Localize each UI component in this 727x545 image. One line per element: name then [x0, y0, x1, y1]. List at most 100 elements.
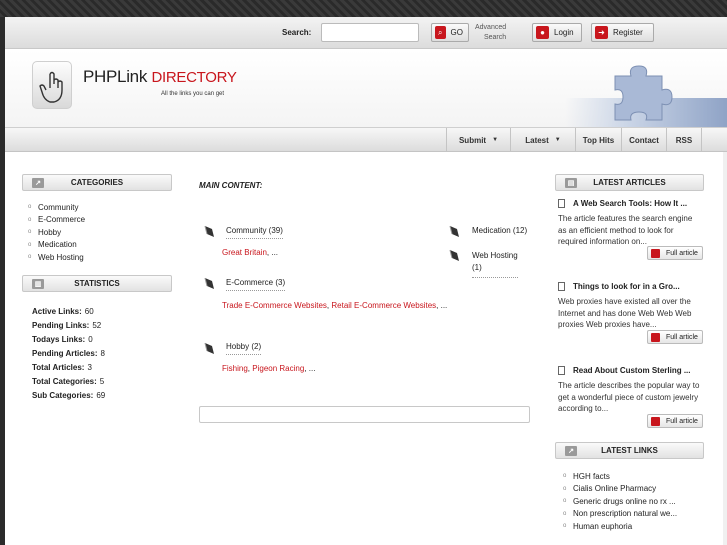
main-category-medication[interactable]: Medication (12)	[472, 226, 527, 238]
top-bar: Search: ⌕ GO Advanced Search ● Login ➜ R…	[5, 17, 727, 49]
nav-rss-label: RSS	[675, 135, 693, 145]
nav-top-hits-label: Top Hits	[582, 135, 615, 145]
puzzle-icon	[614, 65, 673, 121]
stat-label: Todays Links:	[32, 334, 86, 344]
full-article-button[interactable]: Full article	[647, 330, 703, 344]
folder-icon	[449, 249, 459, 261]
category-link[interactable]: Community	[38, 203, 78, 212]
latest-link[interactable]: Human euphoria	[573, 522, 632, 531]
search-label: Search:	[282, 28, 312, 37]
excerpt-line: Internet and has done Web Web Web	[558, 308, 692, 318]
full-article-button[interactable]: Full article	[647, 414, 703, 428]
main-category-web-hosting[interactable]: Web Hosting (1)	[472, 250, 518, 278]
register-button[interactable]: ➜ Register	[591, 23, 654, 42]
latest-link[interactable]: HGH facts	[573, 472, 610, 481]
subcategory-link[interactable]: Trade E-Commerce Websites	[222, 301, 327, 310]
list-item: o Hobby	[28, 227, 62, 237]
document-icon	[558, 282, 565, 291]
stat-value: 8	[100, 348, 105, 358]
subcategory-list: Trade E-Commerce Websites, Retail E-Comm…	[222, 300, 452, 312]
login-button[interactable]: ● Login	[532, 23, 582, 42]
excerpt-line: according to...	[558, 404, 609, 413]
nav-submit-label: Submit	[458, 135, 487, 145]
stat-label: Pending Articles:	[32, 348, 98, 358]
category-link[interactable]: Medication	[38, 240, 77, 249]
nav-submit[interactable]: Submit ▼	[446, 128, 510, 152]
go-label: GO	[450, 28, 463, 37]
nav-top-hits[interactable]: Top Hits	[575, 128, 621, 152]
category-link[interactable]: Web Hosting	[38, 253, 84, 262]
excerpt-line: proxies Web proxies have...	[558, 320, 657, 329]
subcategory-link[interactable]: Fishing	[222, 364, 248, 373]
list-item: o HGH facts	[563, 471, 610, 481]
advanced-search-link[interactable]: Advanced Search	[475, 23, 506, 43]
category-link[interactable]: Hobby	[38, 228, 61, 237]
stat-row: Sub Categories: 69	[32, 388, 105, 402]
article-title[interactable]: A Web Search Tools: How It ...	[558, 199, 687, 208]
page-edge-shadow	[723, 152, 727, 545]
article-icon	[651, 416, 660, 426]
latest-link[interactable]: Generic drugs online no rx ...	[573, 497, 676, 506]
main-content-title: MAIN CONTENT:	[199, 181, 262, 190]
full-article-button[interactable]: Full article	[647, 246, 703, 260]
categories-title: CATEGORIES	[70, 178, 124, 187]
stat-value: 69	[96, 390, 106, 400]
document-icon	[558, 199, 565, 208]
chart-icon: ▥	[32, 279, 44, 289]
subcategory-link[interactable]: Pigeon Racing	[252, 364, 304, 373]
document-icon: ▤	[565, 178, 577, 188]
nav-latest-label: Latest	[525, 135, 549, 145]
category-link[interactable]: E-Commerce	[38, 215, 85, 224]
main-category-hobby[interactable]: Hobby (2)	[226, 342, 262, 355]
nav-latest[interactable]: Latest ▼	[510, 128, 575, 152]
latest-links-list: o HGH facts o Cialis Online Pharmacy o Gene…	[563, 470, 677, 533]
list-item: o Cialis Online Pharmacy	[563, 484, 657, 494]
stat-row: Pending Links: 52	[32, 318, 105, 332]
latest-link[interactable]: Non prescription natural we...	[573, 509, 677, 518]
main-category-ecommerce[interactable]: E-Commerce (3)	[226, 278, 286, 291]
stat-row: Active Links: 60	[32, 304, 105, 318]
folder-icon	[449, 225, 459, 237]
stat-row: Total Categories: 5	[32, 374, 105, 388]
excerpt-line: The article describes the popular way to	[558, 381, 700, 390]
article-title-text: Read About Custom Sterling ...	[573, 366, 691, 375]
subcategory-link[interactable]: Retail E-Commerce Websites	[331, 301, 436, 310]
list-item: o Non prescription natural we...	[563, 509, 678, 519]
arrow-icon: ↗	[565, 446, 577, 456]
logo-title[interactable]: PHPLink DIRECTORY	[83, 67, 237, 87]
latest-articles-title: LATEST ARTICLES	[593, 178, 666, 187]
latest-link[interactable]: Cialis Online Pharmacy	[573, 484, 656, 493]
latest-articles-header: ▤ LATEST ARTICLES	[555, 174, 704, 191]
tagline: All the links you can get	[161, 91, 225, 97]
nav-rss[interactable]: RSS	[666, 128, 702, 152]
categories-list: o Community o E-Commerce o Hobby o Medicatio…	[28, 201, 85, 264]
logo-icon[interactable]	[32, 61, 72, 109]
category-count-line: (1)	[472, 263, 482, 272]
stat-row: Total Articles: 3	[32, 360, 105, 374]
advanced-line1: Advanced	[475, 24, 507, 31]
stat-value: 5	[99, 376, 105, 386]
logo-accent-text: DIRECTORY	[151, 69, 237, 86]
top-stripe	[0, 0, 727, 17]
advanced-line2: Search	[483, 34, 507, 41]
statistics-list: Active Links: 60 Pending Links: 52 Todays …	[32, 304, 105, 402]
stat-value: 3	[87, 362, 92, 372]
folder-icon	[204, 277, 214, 289]
more-ellipsis: , ...	[436, 301, 448, 310]
stat-value: 0	[88, 334, 93, 344]
latest-links-header: ↗ LATEST LINKS	[555, 442, 704, 459]
search-input[interactable]	[321, 23, 419, 42]
article-title[interactable]: Read About Custom Sterling ...	[558, 366, 690, 375]
article-excerpt: The article features the search engine a…	[558, 213, 704, 248]
stat-row: Todays Links: 0	[32, 332, 105, 346]
article-excerpt: The article describes the popular way to…	[558, 380, 704, 415]
subcategory-link[interactable]: Great Britain	[222, 248, 267, 257]
nav-contact-label: Contact	[629, 135, 659, 145]
article-title[interactable]: Things to look for in a Gro...	[558, 282, 680, 291]
page: Search: ⌕ GO Advanced Search ● Login ➜ R…	[5, 17, 727, 545]
document-icon	[558, 366, 565, 375]
nav-contact[interactable]: Contact	[621, 128, 666, 152]
go-button[interactable]: ⌕ GO	[431, 23, 469, 42]
folder-icon	[204, 225, 214, 237]
main-category-community[interactable]: Community (39)	[226, 226, 283, 239]
